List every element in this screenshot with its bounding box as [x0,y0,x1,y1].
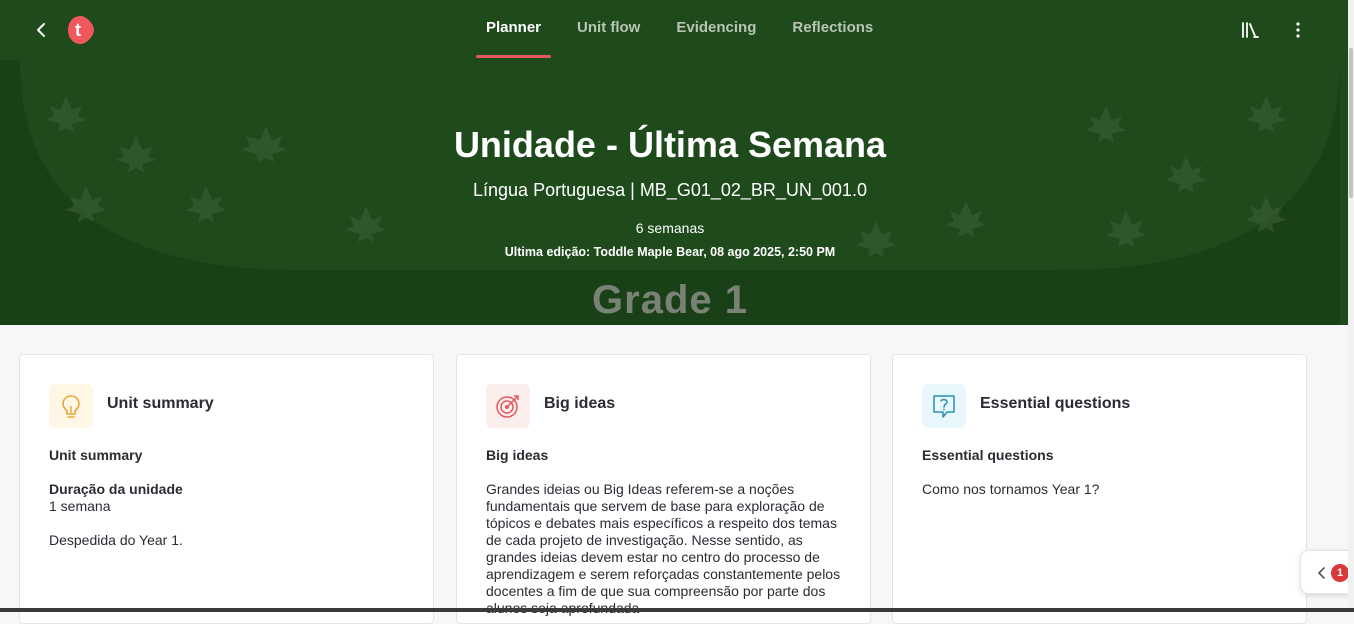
library-icon[interactable] [1238,18,1262,42]
card-title: Essential questions [980,395,1131,412]
unit-title: Unidade - Última Semana [453,124,887,165]
card-body: Duração da unidade 1 semana Despedida do… [49,481,409,549]
unit-duration: 6 semanas [635,220,705,236]
unit-header-banner: t Planner Unit flow Evidencing Reflectio… [0,0,1354,325]
last-edited: Ultima edição: Toddle Maple Bear, 08 ago… [504,245,836,259]
questions-text: Como nos tornamos Year 1? [922,481,1100,497]
big-ideas-text: Grandes ideias ou Big Ideas referem-se a… [486,481,841,616]
card-title: Unit summary [107,395,214,412]
card-subtitle: Big ideas [486,447,549,463]
banner-grade-text: Grade 1 [592,278,748,322]
tab-planner[interactable]: Planner [468,0,559,58]
summary-text: Despedida do Year 1. [49,532,183,548]
essential-questions-card: Essential questions Essential questions … [892,354,1307,624]
card-subtitle: Essential questions [922,447,1054,463]
bottom-edge [0,608,1354,612]
unit-summary-card: Unit summary Unit summary Duração da uni… [19,354,434,624]
planner-tabs: Planner Unit flow Evidencing Reflections [468,0,891,60]
unit-subject-code: Língua Portuguesa | MB_G01_02_BR_UN_001.… [473,180,867,200]
lightbulb-icon [49,384,93,428]
duration-label: Duração da unidade [49,481,183,497]
target-icon [486,384,530,428]
question-bubble-icon [922,384,966,428]
more-options-icon[interactable] [1286,18,1310,42]
tab-reflections[interactable]: Reflections [774,0,891,57]
card-subtitle: Unit summary [49,447,143,463]
duration-value: 1 semana [49,498,111,514]
scrollbar-thumb[interactable] [1349,48,1353,198]
chevron-left-icon [1317,567,1325,579]
back-arrow-icon[interactable] [30,18,54,42]
comments-drawer-toggle[interactable]: 1 [1300,550,1354,594]
logo-letter: t [75,20,81,40]
big-ideas-card: Big ideas Big ideas Grandes ideias ou Bi… [456,354,871,624]
card-title: Big ideas [544,395,616,412]
top-navigation: t Planner Unit flow Evidencing Reflectio… [0,0,1354,60]
tab-evidencing[interactable]: Evidencing [658,0,774,57]
notification-badge: 1 [1331,564,1349,582]
tab-unit-flow[interactable]: Unit flow [559,0,658,57]
